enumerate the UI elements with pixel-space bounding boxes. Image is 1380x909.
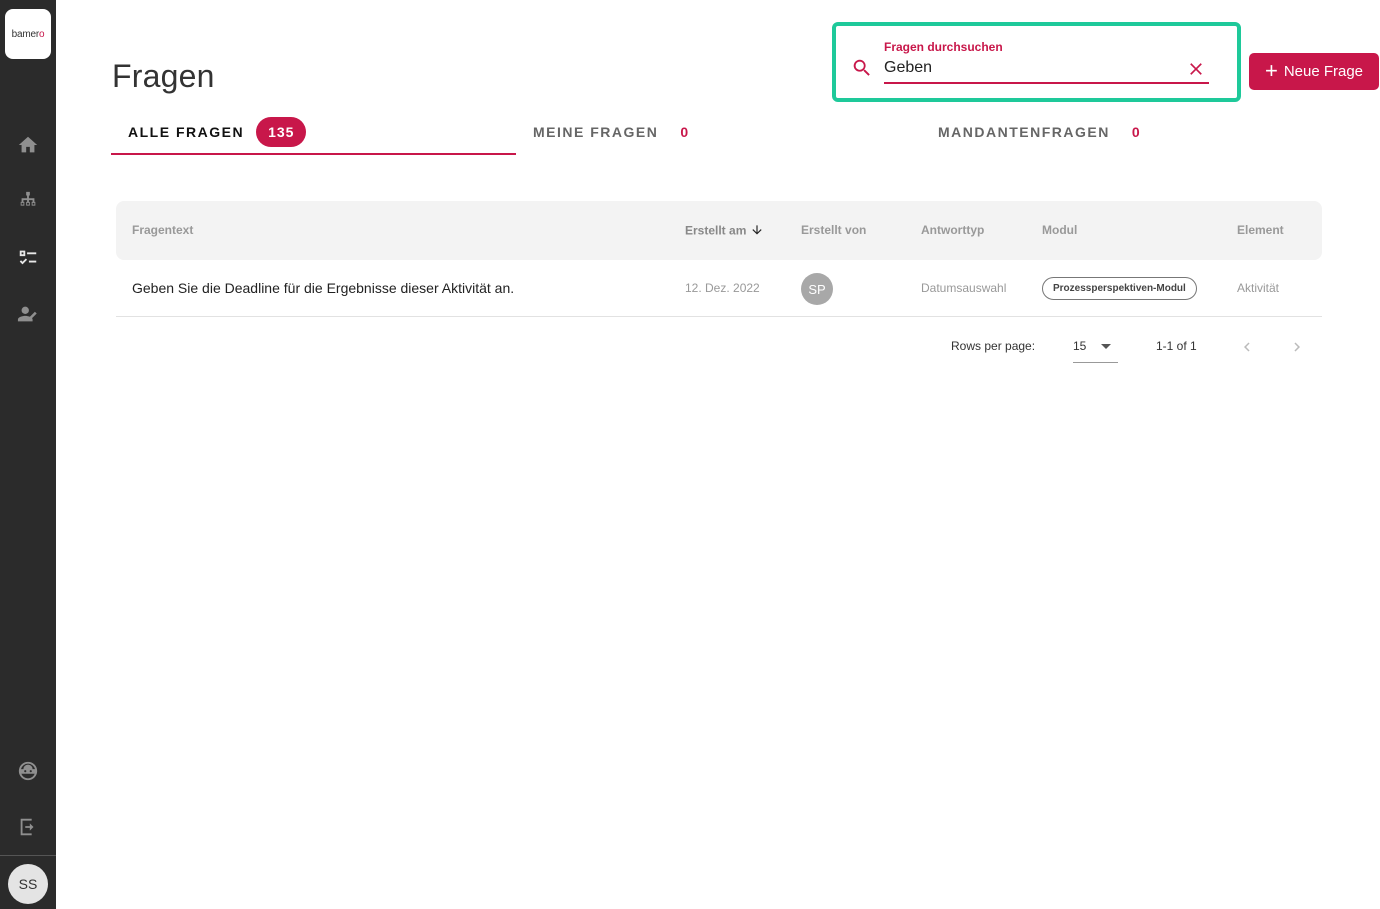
creator-avatar: SP [801,273,833,305]
checklist-icon[interactable] [14,243,42,271]
logo-text-accent: o [38,28,45,40]
edit-person-icon[interactable] [14,300,42,328]
column-header-erstellt-von[interactable]: Erstellt von [801,223,866,237]
tab-label: MEINE FRAGEN [533,124,659,140]
column-header-element[interactable]: Element [1237,223,1284,237]
element: Aktivität [1237,281,1280,295]
tab-my-questions[interactable]: MEINE FRAGEN 0 [533,118,690,146]
column-header-label: Erstellt am [685,223,747,238]
search-field[interactable]: Fragen durchsuchen [848,34,1228,90]
page-title: Fragen [112,58,215,94]
new-question-button[interactable]: + Neue Frage [1249,53,1379,90]
plus-icon: + [1264,57,1278,83]
new-question-label: Neue Frage [1283,63,1364,80]
column-header-antworttyp[interactable]: Antworttyp [921,223,984,237]
search-input[interactable] [884,56,1174,80]
sidebar-divider [0,855,56,856]
module-chip: Prozessperspektiven-Modul [1042,277,1197,300]
rows-per-page-select[interactable]: 15 [1073,333,1118,363]
search-icon [851,57,873,79]
rows-per-page-label: Rows per page: [951,339,1036,353]
hierarchy-icon[interactable] [14,187,42,215]
tab-label: MANDANTENFRAGEN [938,124,1110,140]
sidebar: bamer o SS [0,0,56,909]
tab-label: ALLE FRAGEN [128,124,245,140]
logout-icon[interactable] [14,813,42,841]
search-label: Fragen durchsuchen [884,40,1003,54]
user-avatar[interactable]: SS [8,864,48,904]
support-icon[interactable] [14,757,42,785]
sort-arrow-down-icon [750,223,764,240]
count-badge: 0 [680,124,690,140]
column-header-erstellt-am[interactable]: Erstellt am [685,223,764,240]
answer-type: Datumsauswahl [921,281,1007,295]
column-header-modul[interactable]: Modul [1042,223,1077,237]
active-tab-indicator [111,153,516,155]
column-header-fragentext[interactable]: Fragentext [132,223,193,237]
question-text: Geben Sie die Deadline für die Ergebniss… [132,280,515,296]
tab-all-questions[interactable]: ALLE FRAGEN 135 [128,117,307,147]
home-icon[interactable] [14,131,42,159]
logo-text: bamer [11,28,40,40]
tab-client-questions[interactable]: MANDANTENFRAGEN 0 [938,118,1141,146]
table-header: Fragentext Erstellt am Erstellt von Antw… [116,201,1322,260]
pagination-range: 1-1 of 1 [1156,339,1197,353]
created-at: 12. Dez. 2022 [685,281,760,295]
search-underline [884,82,1209,84]
chevron-left-icon[interactable] [1237,337,1257,357]
caret-down-icon [1101,344,1111,349]
count-badge: 0 [1131,124,1142,140]
rows-per-page-value: 15 [1073,339,1087,353]
clear-search-icon[interactable] [1185,58,1207,80]
count-badge: 135 [256,117,307,147]
table-row[interactable]: Geben Sie die Deadline für die Ergebniss… [116,260,1322,317]
bamero-logo[interactable]: bamer o [5,9,51,59]
chevron-right-icon[interactable] [1287,337,1307,357]
